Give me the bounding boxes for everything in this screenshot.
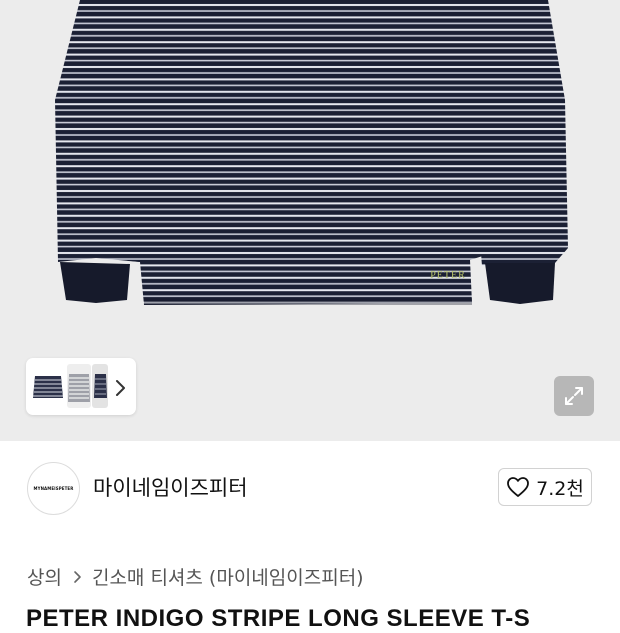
breadcrumb-item-subcategory[interactable]: 긴소매 티셔츠 (마이네임이즈피터) (92, 563, 364, 590)
thumbnail-2[interactable] (67, 364, 91, 408)
like-count: 7.2천 (536, 477, 584, 500)
brand-logo[interactable]: MYNAMEISPETER (27, 462, 80, 515)
expand-icon (565, 387, 583, 405)
breadcrumb: 상의 긴소매 티셔츠 (마이네임이즈피터) (27, 563, 364, 590)
chevron-right-icon (74, 570, 81, 583)
like-button[interactable]: 7.2천 (498, 468, 592, 506)
heart-icon (507, 477, 530, 497)
brand-name[interactable]: 마이네임이즈피터 (93, 472, 248, 502)
chevron-right-icon[interactable] (113, 378, 127, 398)
product-title: PETER INDIGO STRIPE LONG SLEEVE T-S (26, 605, 531, 632)
brand-logo-text: MYNAMEISPETER (33, 486, 74, 491)
thumbnail-1[interactable] (31, 364, 65, 408)
breadcrumb-item-category[interactable]: 상의 (27, 563, 62, 590)
thumbnail-3[interactable] (92, 364, 108, 408)
expand-image-button[interactable] (554, 376, 594, 416)
product-image-gallery[interactable]: PETER (0, 0, 620, 441)
brand-row: MYNAMEISPETER 마이네임이즈피터 7.2천 (0, 441, 620, 541)
shirt-print-label: PETER (430, 270, 466, 281)
